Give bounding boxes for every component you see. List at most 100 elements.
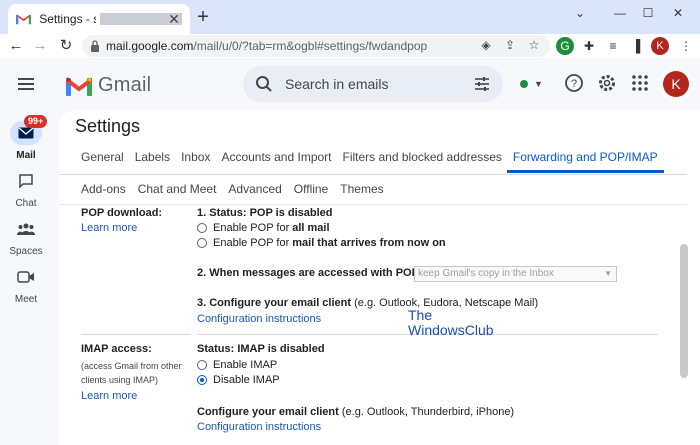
option-label: Enable POP for: [213, 222, 290, 234]
tab-add-ons[interactable]: Add-ons: [81, 182, 126, 196]
close-window-button[interactable]: ✕: [664, 3, 692, 23]
section-divider: [81, 334, 191, 335]
tab-forwarding-and-pop-imap[interactable]: Forwarding and POP/IMAP: [506, 150, 664, 173]
imap-learn-more-link[interactable]: Learn more: [81, 390, 137, 402]
settings-tabs-row-1: General Labels Inbox Accounts and Import…: [81, 150, 675, 173]
new-tab-button[interactable]: +: [193, 7, 213, 28]
search-icon[interactable]: [255, 75, 273, 93]
browser-toolbar: ← → ↻ mail.google.com/mail/u/0/?tab=rm&o…: [0, 34, 700, 58]
rail-item-spaces[interactable]: Spaces: [0, 217, 52, 257]
imap-status: Status: IMAP is disabled: [197, 343, 325, 355]
radio-button[interactable]: [197, 223, 207, 233]
tab-advanced[interactable]: Advanced: [228, 182, 281, 196]
pop-all-mail-option[interactable]: Enable POP for all mail: [197, 222, 330, 234]
gmail-m-icon: [66, 76, 92, 96]
media-icon[interactable]: ≡: [604, 37, 622, 55]
select-value: keep Gmail's copy in the Inbox: [418, 268, 554, 279]
minimize-button[interactable]: —: [606, 3, 634, 23]
chevron-down-icon: ▼: [534, 79, 543, 89]
extensions-puzzle-icon[interactable]: ✚: [580, 37, 598, 55]
spaces-icon: [10, 217, 42, 241]
watermark: The WindowsClub: [408, 308, 494, 338]
maximize-button[interactable]: ☐: [634, 3, 662, 23]
gmail-favicon-icon: [16, 14, 32, 25]
tab-filters-and-blocked-addresses[interactable]: Filters and blocked addresses: [343, 150, 502, 173]
pop-status-prefix: 1. Status:: [197, 207, 250, 219]
option-label-bold: all mail: [292, 222, 330, 234]
pop-action-select[interactable]: keep Gmail's copy in the Inbox ▼: [414, 266, 617, 282]
imap-disable-option[interactable]: Disable IMAP: [197, 374, 280, 386]
option-label: Disable IMAP: [213, 374, 280, 386]
pop-from-now-option[interactable]: Enable POP for mail that arrives from no…: [197, 237, 446, 249]
rail-item-chat[interactable]: Chat: [0, 169, 52, 209]
rail-label-mail: Mail: [16, 150, 36, 161]
imap-enable-option[interactable]: Enable IMAP: [197, 359, 277, 371]
back-arrow-icon[interactable]: ←: [6, 36, 26, 56]
search-bar[interactable]: Search in emails: [243, 66, 503, 102]
page-title: Settings: [75, 116, 141, 136]
share-icon[interactable]: ⇪: [502, 37, 518, 53]
watermark-line-2: WindowsClub: [408, 322, 494, 338]
tab-title: Settings - s: [39, 12, 97, 26]
tab-labels[interactable]: Labels: [135, 150, 170, 173]
pop-step-2-label: 2. When messages are accessed with POP: [197, 267, 419, 279]
account-avatar[interactable]: K: [663, 71, 689, 97]
radio-button-selected[interactable]: [197, 375, 207, 385]
rail-label-chat: Chat: [15, 198, 37, 209]
option-label: Enable IMAP: [213, 359, 278, 371]
reload-icon[interactable]: ↻: [56, 36, 76, 56]
option-label: Enable POP for: [213, 237, 290, 249]
vertical-scrollbar[interactable]: [680, 244, 688, 378]
more-menu-icon[interactable]: ⋮: [677, 37, 695, 55]
imap-configuration-instructions-link[interactable]: Configuration instructions: [197, 421, 321, 433]
grammarly-extension-icon[interactable]: G: [556, 37, 574, 55]
apps-grid-icon[interactable]: [629, 72, 651, 94]
rail-label-spaces: Spaces: [9, 246, 43, 257]
tab-offline[interactable]: Offline: [294, 182, 328, 196]
help-icon[interactable]: ?: [563, 72, 585, 94]
unread-badge: 99+: [24, 115, 48, 128]
gmail-wordmark: Gmail: [98, 74, 152, 96]
status-dot-icon: [520, 80, 528, 88]
search-options-icon[interactable]: [473, 75, 491, 93]
imap-configure-label: Configure your email client: [197, 406, 339, 418]
radio-button[interactable]: [197, 360, 207, 370]
search-input[interactable]: Search in emails: [285, 76, 473, 92]
pop-learn-more-link[interactable]: Learn more: [81, 222, 137, 234]
chat-icon: [10, 169, 42, 193]
tabs-divider-bottom: [59, 204, 687, 205]
forward-arrow-icon[interactable]: →: [30, 36, 50, 56]
tab-accounts-and-import[interactable]: Accounts and Import: [221, 150, 331, 173]
gmail-header: Gmail Search in emails ▼ ? K: [0, 58, 700, 110]
pop-configuration-instructions-link[interactable]: Configuration instructions: [197, 313, 321, 325]
option-label-bold: mail that arrives from now on: [292, 237, 446, 249]
status-indicator[interactable]: ▼: [511, 72, 549, 96]
imap-configure-example: (e.g. Outlook, Thunderbird, iPhone): [338, 406, 515, 418]
tab-inbox[interactable]: Inbox: [181, 150, 210, 173]
tab-themes[interactable]: Themes: [340, 182, 383, 196]
tab-chat-and-meet[interactable]: Chat and Meet: [138, 182, 217, 196]
svg-text:?: ?: [571, 78, 577, 90]
bookmark-star-icon[interactable]: ☆: [526, 37, 542, 53]
meet-icon: [10, 265, 42, 289]
hamburger-menu-icon[interactable]: [14, 72, 38, 96]
side-panel-icon[interactable]: ▐: [627, 37, 645, 55]
rail-item-meet[interactable]: Meet: [0, 265, 52, 305]
chrome-profile-avatar[interactable]: K: [651, 37, 669, 55]
radio-button[interactable]: [197, 238, 207, 248]
install-app-icon[interactable]: ◈: [478, 37, 494, 53]
browser-tab[interactable]: Settings - s ✕: [8, 4, 190, 34]
settings-gear-icon[interactable]: [596, 72, 618, 94]
tab-general[interactable]: General: [81, 150, 124, 173]
pop-status-value: POP is disabled: [249, 207, 333, 219]
chevron-down-icon[interactable]: ⌄: [566, 3, 594, 23]
chevron-down-icon: ▼: [604, 269, 612, 278]
lock-icon: [91, 40, 99, 52]
url-path: /mail/u/0/?tab=rm&ogbl#settings/fwdandpo…: [193, 39, 428, 53]
imap-access-label: IMAP access:: [81, 343, 152, 355]
gmail-logo[interactable]: Gmail: [66, 74, 151, 97]
close-tab-icon[interactable]: ✕: [166, 11, 182, 27]
settings-tabs-row-2: Add-ons Chat and Meet Advanced Offline T…: [81, 182, 396, 196]
url-text: mail.google.com/mail/u/0/?tab=rm&ogbl#se…: [106, 39, 427, 53]
rail-item-mail[interactable]: 99+ Mail: [0, 115, 52, 161]
